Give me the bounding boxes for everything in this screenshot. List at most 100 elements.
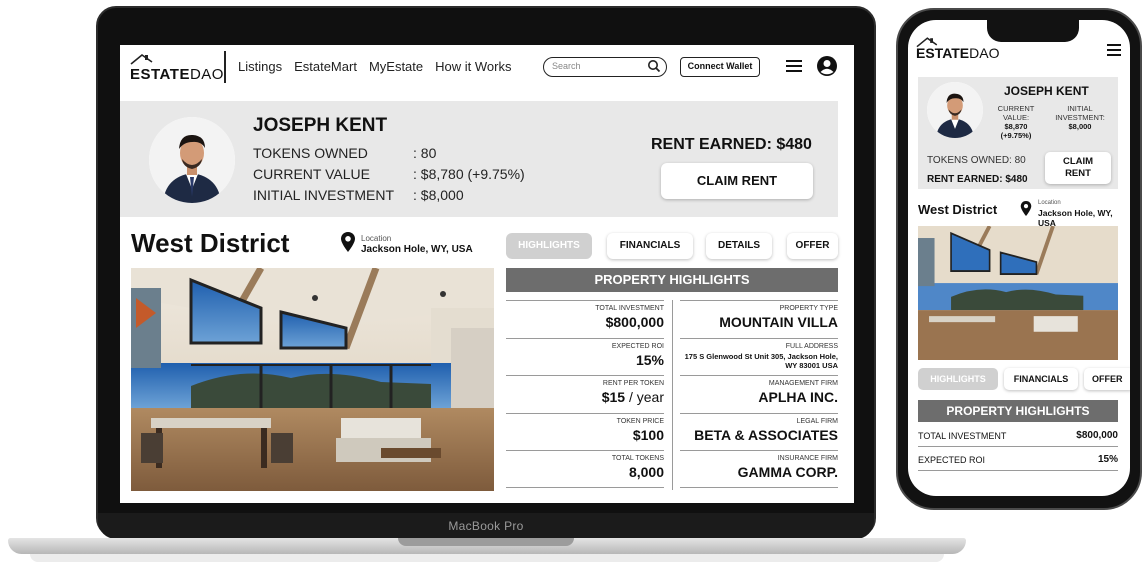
highlight-property-type: PROPERTY TYPE MOUNTAIN VILLA xyxy=(680,300,838,338)
nav-link-listings[interactable]: Listings xyxy=(238,59,282,74)
search-icon[interactable] xyxy=(647,59,661,73)
brand-name-light: DAO xyxy=(969,45,1000,61)
laptop-model-label: MacBook Pro xyxy=(448,519,524,533)
phone-notch xyxy=(987,20,1079,42)
current-value-label: CURRENT VALUE: xyxy=(997,104,1035,122)
rent-per-token-amount: $15 xyxy=(601,389,626,406)
highlight-expected-roi: EXPECTED ROI 15% xyxy=(506,337,664,376)
property-photo xyxy=(918,226,1118,360)
nav-divider xyxy=(224,51,226,83)
highlight-value: 8,000 xyxy=(628,464,664,481)
highlights-right-column: PROPERTY TYPE MOUNTAIN VILLA FULL ADDRES… xyxy=(680,300,838,488)
highlight-label: TOTAL TOKENS xyxy=(611,455,664,463)
row-label: EXPECTED ROI xyxy=(918,455,986,465)
investor-profile-panel: JOSEPH KENT TOKENS OWNED : 80 CURRENT VA… xyxy=(120,101,838,217)
hamburger-menu-icon[interactable] xyxy=(1107,44,1121,56)
user-account-icon[interactable] xyxy=(817,56,837,76)
avatar xyxy=(927,82,983,138)
initial-investment-value: : $8,000 xyxy=(413,187,464,203)
highlight-value: $800,000 xyxy=(605,314,664,330)
brand-name-bold: ESTATE xyxy=(916,45,970,61)
house-logo-icon xyxy=(130,53,153,65)
property-highlights-header: PROPERTY HIGHLIGHTS xyxy=(918,400,1118,422)
property-highlights-header: PROPERTY HIGHLIGHTS xyxy=(506,268,838,292)
investor-name: JOSEPH KENT xyxy=(253,115,388,136)
nav-links: Listings EstateMart MyEstate How it Work… xyxy=(238,59,511,74)
tokens-owned-value: : 80 xyxy=(413,145,437,161)
location-label: Location xyxy=(1038,200,1061,206)
tab-financials[interactable]: FINANCIALS xyxy=(607,233,693,259)
mobile-initial-investment: INITIAL INVESTMENT: $8,000 xyxy=(1048,104,1112,131)
highlight-value: APLHA INC. xyxy=(758,389,838,406)
nav-link-estatemart[interactable]: EstateMart xyxy=(294,59,357,74)
highlight-label: PROPERTY TYPE xyxy=(779,305,838,312)
brand-name-light: DAO xyxy=(189,66,224,83)
brand-logo[interactable]: ESTATEDAO xyxy=(130,53,224,83)
laptop-shadow xyxy=(30,554,944,562)
location-pin-icon xyxy=(341,232,355,252)
rent-earned: RENT EARNED: $480 xyxy=(927,174,1028,185)
location-value: Jackson Hole, WY, USA xyxy=(361,244,473,255)
property-photo xyxy=(131,268,494,491)
stat-row-initial-investment: INITIAL INVESTMENT : $8,000 xyxy=(253,187,553,208)
highlight-value: $15 / year xyxy=(506,389,664,405)
highlight-value: MOUNTAIN VILLA xyxy=(719,314,838,330)
current-value-value: : $8,780 (+9.75%) xyxy=(413,166,525,182)
current-value-amount: $8,870 xyxy=(1004,122,1028,131)
mobile-current-value: CURRENT VALUE: $8,870 (+9.75%) xyxy=(988,104,1044,140)
tab-highlights[interactable]: HIGHLIGHTS xyxy=(506,233,592,259)
tab-offer[interactable]: OFFER xyxy=(1084,368,1130,390)
row-value: $800,000 xyxy=(1076,430,1118,441)
highlight-value: $100 xyxy=(632,426,664,443)
brand-name-bold: ESTATE xyxy=(130,66,190,83)
highlight-label: MANAGEMENT FIRM xyxy=(768,380,838,388)
connect-wallet-button[interactable]: Connect Wallet xyxy=(680,57,760,77)
current-value-label: CURRENT VALUE xyxy=(253,166,370,182)
desktop-app: ESTATE DAO Listings EstateMart MyEstate H… xyxy=(120,45,854,503)
tab-highlights[interactable]: HIGHLIGHTS xyxy=(918,368,998,390)
highlight-token-price: TOKEN PRICE $100 xyxy=(506,412,664,451)
claim-rent-label-1: CLAIM xyxy=(1062,156,1094,167)
row-label: TOTAL INVESTMENT xyxy=(918,431,1007,441)
highlight-label: TOTAL INVESTMENT xyxy=(595,305,664,312)
property-title: West District xyxy=(918,202,998,217)
mobile-row-expected-roi: EXPECTED ROI 15% xyxy=(918,448,1118,471)
claim-rent-label-2: RENT xyxy=(1065,168,1091,179)
highlight-legal-firm: LEGAL FIRM BETA & ASSOCIATES xyxy=(680,412,838,451)
search-input[interactable]: Search xyxy=(543,57,667,77)
highlight-label: INSURANCE FIRM xyxy=(777,455,838,463)
tokens-owned: TOKENS OWNED: 80 xyxy=(927,155,1026,166)
search-placeholder: Search xyxy=(552,61,581,71)
highlights-left-column: TOTAL INVESTMENT $800,000 EXPECTED ROI 1… xyxy=(506,300,664,488)
highlight-management-firm: MANAGEMENT FIRM APLHA INC. xyxy=(680,375,838,413)
rent-per-token-suffix: / year xyxy=(625,389,664,406)
highlight-value: GAMMA CORP. xyxy=(737,464,838,481)
highlight-value: 15% xyxy=(635,351,664,368)
tab-financials[interactable]: FINANCIALS xyxy=(1004,368,1078,390)
nav-link-how-it-works[interactable]: How it Works xyxy=(435,59,511,74)
highlights-column-divider xyxy=(672,300,673,490)
top-nav: ESTATE DAO Listings EstateMart MyEstate H… xyxy=(120,45,854,97)
claim-rent-button[interactable]: CLAIM RENT xyxy=(1045,152,1111,184)
location-value: Jackson Hole, WY, USA xyxy=(1038,208,1113,228)
highlight-total-tokens: TOTAL TOKENS 8,000 xyxy=(506,450,664,488)
laptop-notch xyxy=(398,538,574,546)
claim-rent-button[interactable]: CLAIM RENT xyxy=(661,163,813,199)
location-label: Location xyxy=(361,234,392,243)
tab-offer[interactable]: OFFER xyxy=(787,233,838,259)
tab-details[interactable]: DETAILS xyxy=(706,233,772,259)
stat-row-current-value: CURRENT VALUE : $8,780 (+9.75%) xyxy=(253,166,553,187)
highlight-label: TOKEN PRICE xyxy=(616,417,664,425)
hamburger-menu-icon[interactable] xyxy=(786,59,802,73)
highlight-insurance-firm: INSURANCE FIRM GAMMA CORP. xyxy=(680,450,838,488)
nav-link-myestate[interactable]: MyEstate xyxy=(369,59,423,74)
row-value: 15% xyxy=(1097,454,1118,465)
highlight-label: RENT PER TOKEN xyxy=(602,380,664,388)
highlight-label: EXPECTED ROI xyxy=(611,342,664,350)
highlight-total-investment: TOTAL INVESTMENT $800,000 xyxy=(506,300,664,338)
brand-logo[interactable]: ESTATEDAO xyxy=(916,45,1000,61)
property-title: West District xyxy=(131,228,290,258)
initial-investment-label: INITIAL INVESTMENT: xyxy=(1055,104,1105,122)
tokens-owned-label: TOKENS OWNED xyxy=(253,145,368,161)
highlight-label: FULL ADDRESS xyxy=(785,342,838,350)
